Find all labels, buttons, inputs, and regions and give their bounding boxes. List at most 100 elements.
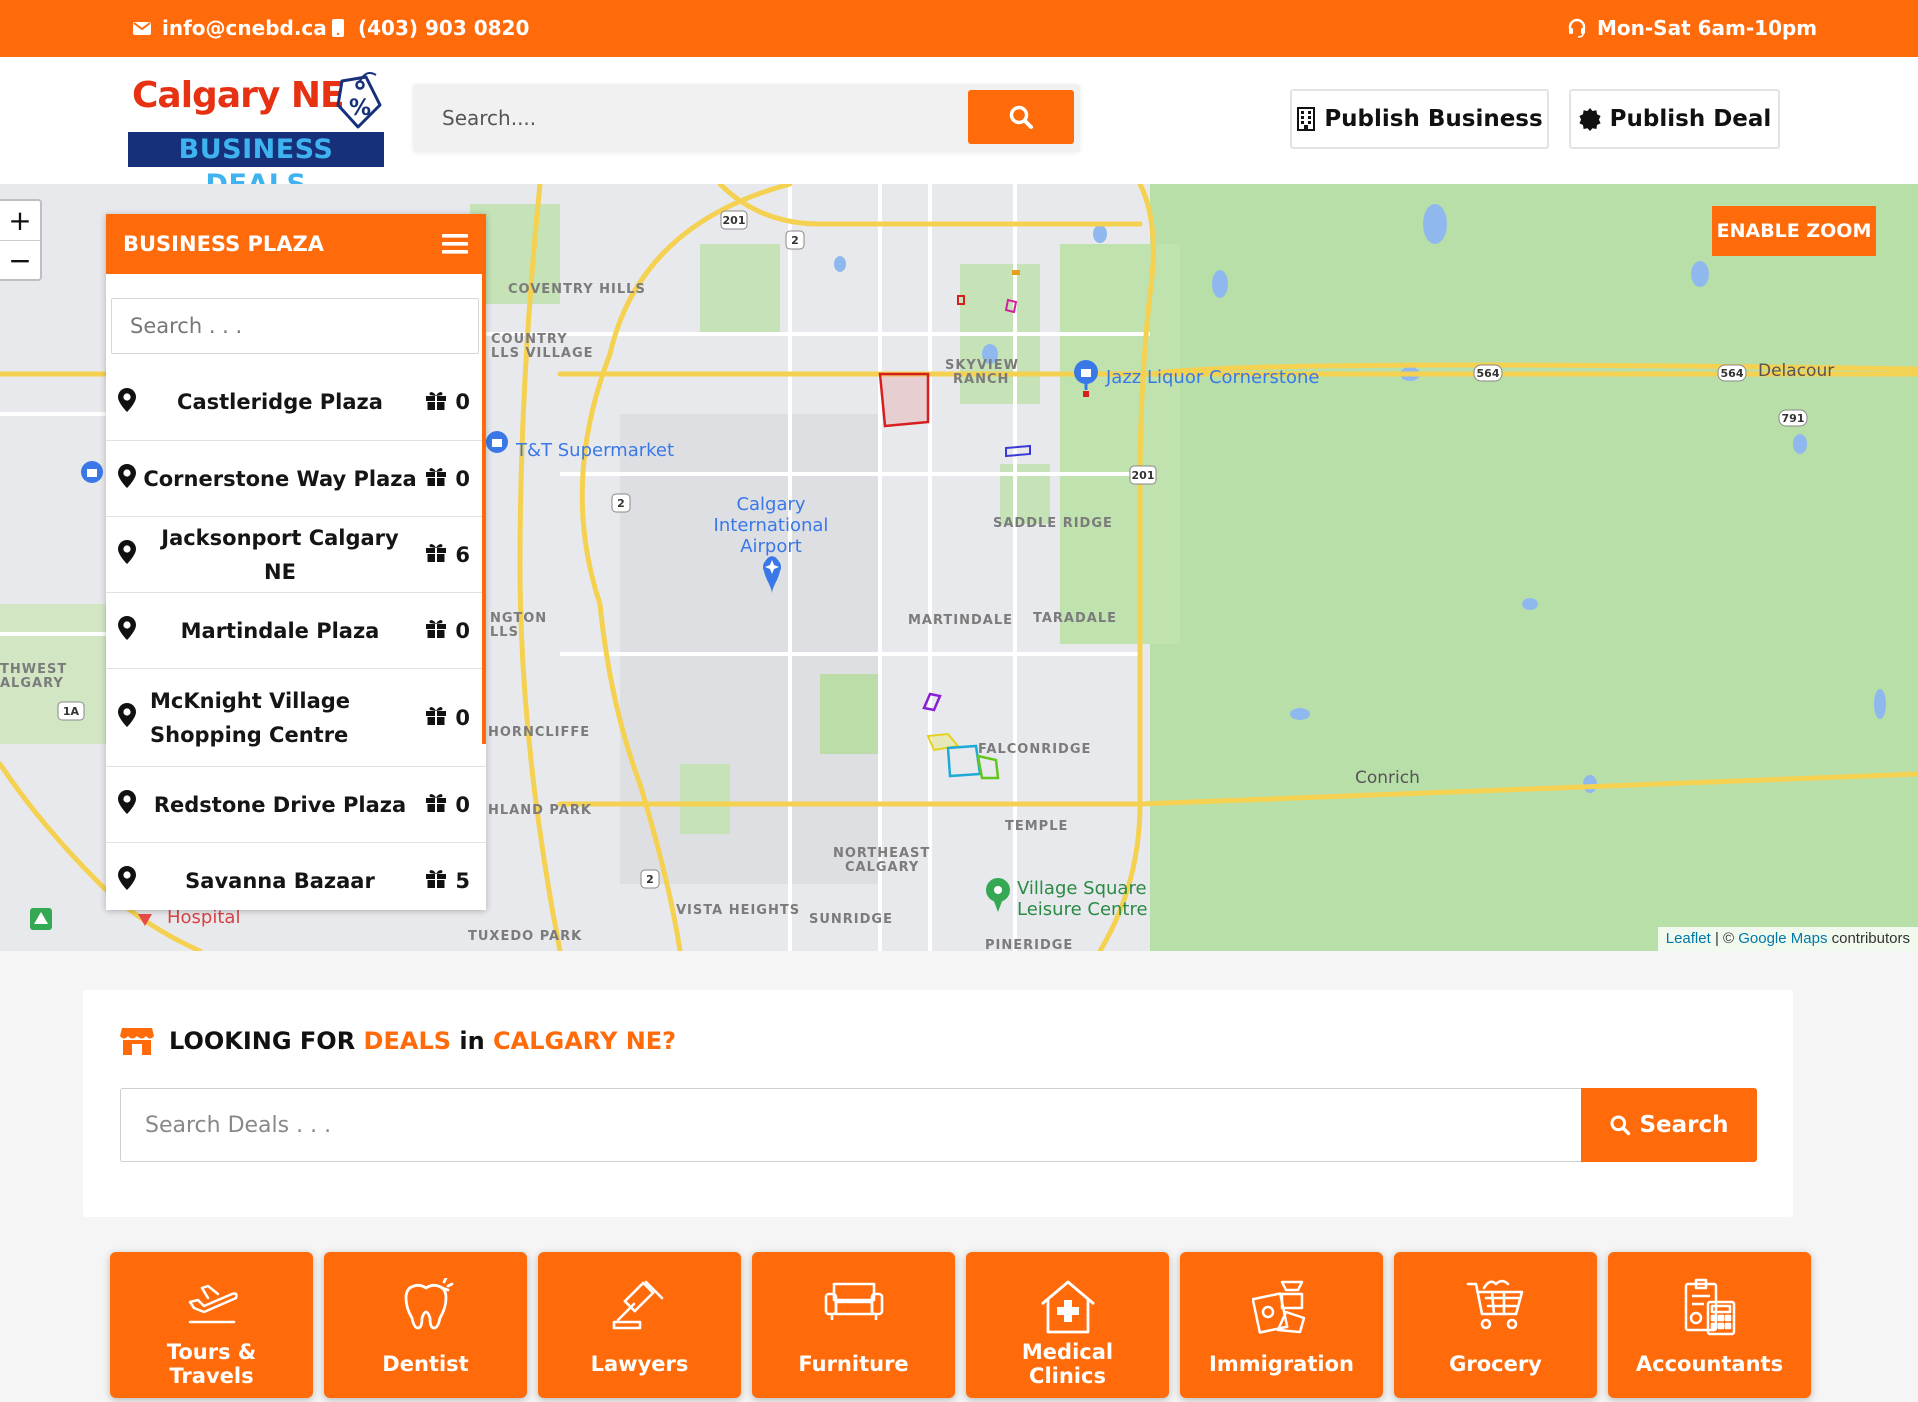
plaza-list-item[interactable]: Castleridge Plaza 0 bbox=[106, 364, 486, 440]
deals-heading-part: LOOKING FOR bbox=[169, 1027, 364, 1055]
deal-count-value: 0 bbox=[455, 792, 470, 817]
calculator-icon bbox=[1608, 1278, 1811, 1336]
map-label: Delacour bbox=[1758, 361, 1835, 381]
google-maps-link[interactable]: Google Maps bbox=[1738, 930, 1827, 947]
gift-icon bbox=[425, 466, 447, 491]
email-contact[interactable]: info@cnebd.ca bbox=[132, 16, 327, 40]
category-tile[interactable]: Lawyers bbox=[538, 1252, 741, 1398]
site-logo[interactable]: Calgary NE % BUSINESS DEALS bbox=[128, 72, 384, 200]
envelope-icon bbox=[133, 22, 151, 35]
village-square-line: Village Square bbox=[1017, 878, 1147, 899]
publish-business-button[interactable]: Publish Business bbox=[1290, 89, 1549, 149]
svg-text:%: % bbox=[349, 96, 371, 121]
deal-count: 0 bbox=[424, 792, 470, 817]
interactive-map[interactable]: 201 2 2 2 201 564 564 791 1A COVENTRY HI… bbox=[0, 184, 1918, 951]
map-label: SUNRIDGE bbox=[809, 912, 893, 927]
header-search-input[interactable] bbox=[413, 84, 968, 152]
airport-label: Calgary International Airport bbox=[706, 494, 836, 557]
plaza-name: Redstone Drive Plaza bbox=[153, 792, 407, 817]
building-icon bbox=[1297, 107, 1316, 131]
deal-count: 0 bbox=[424, 390, 470, 415]
plaza-list-item[interactable]: Cornerstone Way Plaza 0 bbox=[106, 440, 486, 516]
zoom-in-button[interactable]: + bbox=[0, 201, 40, 240]
hwy-shield: 1A bbox=[63, 705, 80, 718]
plaza-search bbox=[111, 298, 479, 354]
map-marker-icon bbox=[118, 387, 136, 417]
category-tile[interactable]: Tours & Travels bbox=[110, 1252, 313, 1398]
zoom-out-button[interactable]: − bbox=[0, 240, 40, 279]
plaza-list-item[interactable]: Redstone Drive Plaza 0 bbox=[106, 766, 486, 842]
category-label: Lawyers bbox=[590, 1352, 689, 1376]
publish-deal-button[interactable]: Publish Deal bbox=[1569, 89, 1780, 149]
map-label: PINERIDGE bbox=[985, 938, 1074, 952]
leaflet-link[interactable]: Leaflet bbox=[1666, 930, 1711, 947]
hamburger-menu-icon[interactable] bbox=[442, 233, 468, 255]
hwy-shield: 201 bbox=[723, 214, 746, 227]
park-marker-icon[interactable] bbox=[30, 908, 52, 930]
map-label: HORNCLIFFE bbox=[488, 725, 591, 740]
header-search-button[interactable] bbox=[968, 90, 1074, 144]
headset-icon bbox=[1568, 18, 1586, 38]
gift-icon bbox=[425, 390, 447, 415]
price-tag-icon: % bbox=[336, 72, 382, 129]
map-label: ALGARY bbox=[0, 676, 64, 691]
category-label: Immigration bbox=[1209, 1352, 1354, 1376]
deal-count: 5 bbox=[424, 868, 470, 893]
store-icon bbox=[120, 1028, 154, 1055]
category-tile[interactable]: Dentist bbox=[324, 1252, 527, 1398]
category-tile[interactable]: Medical Clinics bbox=[966, 1252, 1169, 1398]
map-label: HLAND PARK bbox=[488, 803, 592, 818]
shopping-pin-icon[interactable] bbox=[486, 431, 508, 453]
plaza-polygon[interactable] bbox=[1012, 270, 1020, 275]
category-tile[interactable]: Accountants bbox=[1608, 1252, 1811, 1398]
clinic-icon bbox=[966, 1278, 1169, 1336]
category-label: Travels bbox=[169, 1364, 254, 1388]
plaza-search-input[interactable] bbox=[112, 299, 478, 353]
deals-heading-part: CALGARY NE? bbox=[493, 1027, 677, 1055]
publish-deal-label: Publish Deal bbox=[1609, 106, 1772, 132]
plaza-name: McKnight Village Shopping Centre bbox=[150, 688, 351, 747]
map-zoom-control: + − bbox=[0, 199, 42, 281]
deals-search-button[interactable]: Search bbox=[1581, 1088, 1757, 1162]
plaza-panel-title: BUSINESS PLAZA bbox=[123, 232, 325, 256]
hwy-shield: 564 bbox=[1477, 367, 1500, 380]
enable-zoom-button[interactable]: ENABLE ZOOM bbox=[1712, 206, 1876, 256]
plaza-polygon[interactable] bbox=[878, 372, 930, 428]
plaza-list-item[interactable]: Savanna Bazaar 5 bbox=[106, 842, 486, 910]
map-label: TARADALE bbox=[1033, 611, 1118, 626]
jazz-liquor-label: Jazz Liquor Cornerstone bbox=[1106, 367, 1320, 388]
hwy-shield: 2 bbox=[617, 497, 625, 510]
map-label: FALCONRIDGE bbox=[978, 742, 1092, 757]
attribution-suffix: contributors bbox=[1827, 930, 1910, 947]
deals-search-field bbox=[120, 1088, 1581, 1162]
hwy-shield: 791 bbox=[1782, 412, 1805, 425]
hospital-label: Hospital bbox=[167, 907, 241, 928]
deal-count: 6 bbox=[424, 542, 470, 567]
category-label: Furniture bbox=[798, 1352, 909, 1376]
map-marker-icon bbox=[118, 866, 136, 895]
plaza-list-item[interactable]: McKnight Village Shopping Centre 0 bbox=[106, 668, 486, 766]
shopping-pin-icon[interactable] bbox=[81, 461, 103, 483]
plaza-scrollbar[interactable] bbox=[482, 274, 486, 744]
phone-contact[interactable]: (403) 903 0820 bbox=[328, 16, 529, 40]
category-label: Accountants bbox=[1635, 1352, 1784, 1376]
category-tile[interactable]: Immigration bbox=[1180, 1252, 1383, 1398]
gift-icon bbox=[425, 618, 447, 643]
map-label: NORTHEAST bbox=[833, 846, 931, 861]
deal-count-value: 0 bbox=[455, 390, 470, 414]
plaza-list-item[interactable]: Martindale Plaza 0 bbox=[106, 592, 486, 668]
sofa-icon bbox=[752, 1278, 955, 1322]
deals-search-section: LOOKING FOR DEALS in CALGARY NE? Search bbox=[83, 990, 1793, 1217]
category-tile[interactable]: Grocery bbox=[1394, 1252, 1597, 1398]
map-label: TUXEDO PARK bbox=[468, 929, 583, 944]
category-tile[interactable]: Furniture bbox=[752, 1252, 955, 1398]
map-attribution: Leaflet | © Google Maps contributors bbox=[1657, 927, 1918, 951]
plaza-name: Savanna Bazaar bbox=[185, 868, 375, 893]
map-marker-icon bbox=[118, 540, 136, 569]
map-label: SADDLE RIDGE bbox=[993, 516, 1113, 531]
passport-icon bbox=[1180, 1278, 1383, 1336]
deal-count-value: 0 bbox=[455, 466, 470, 491]
plaza-polygon[interactable] bbox=[1083, 391, 1089, 397]
plaza-list-item[interactable]: Jacksonport Calgary NE 6 bbox=[106, 516, 486, 592]
deals-search-input[interactable] bbox=[121, 1089, 1581, 1161]
